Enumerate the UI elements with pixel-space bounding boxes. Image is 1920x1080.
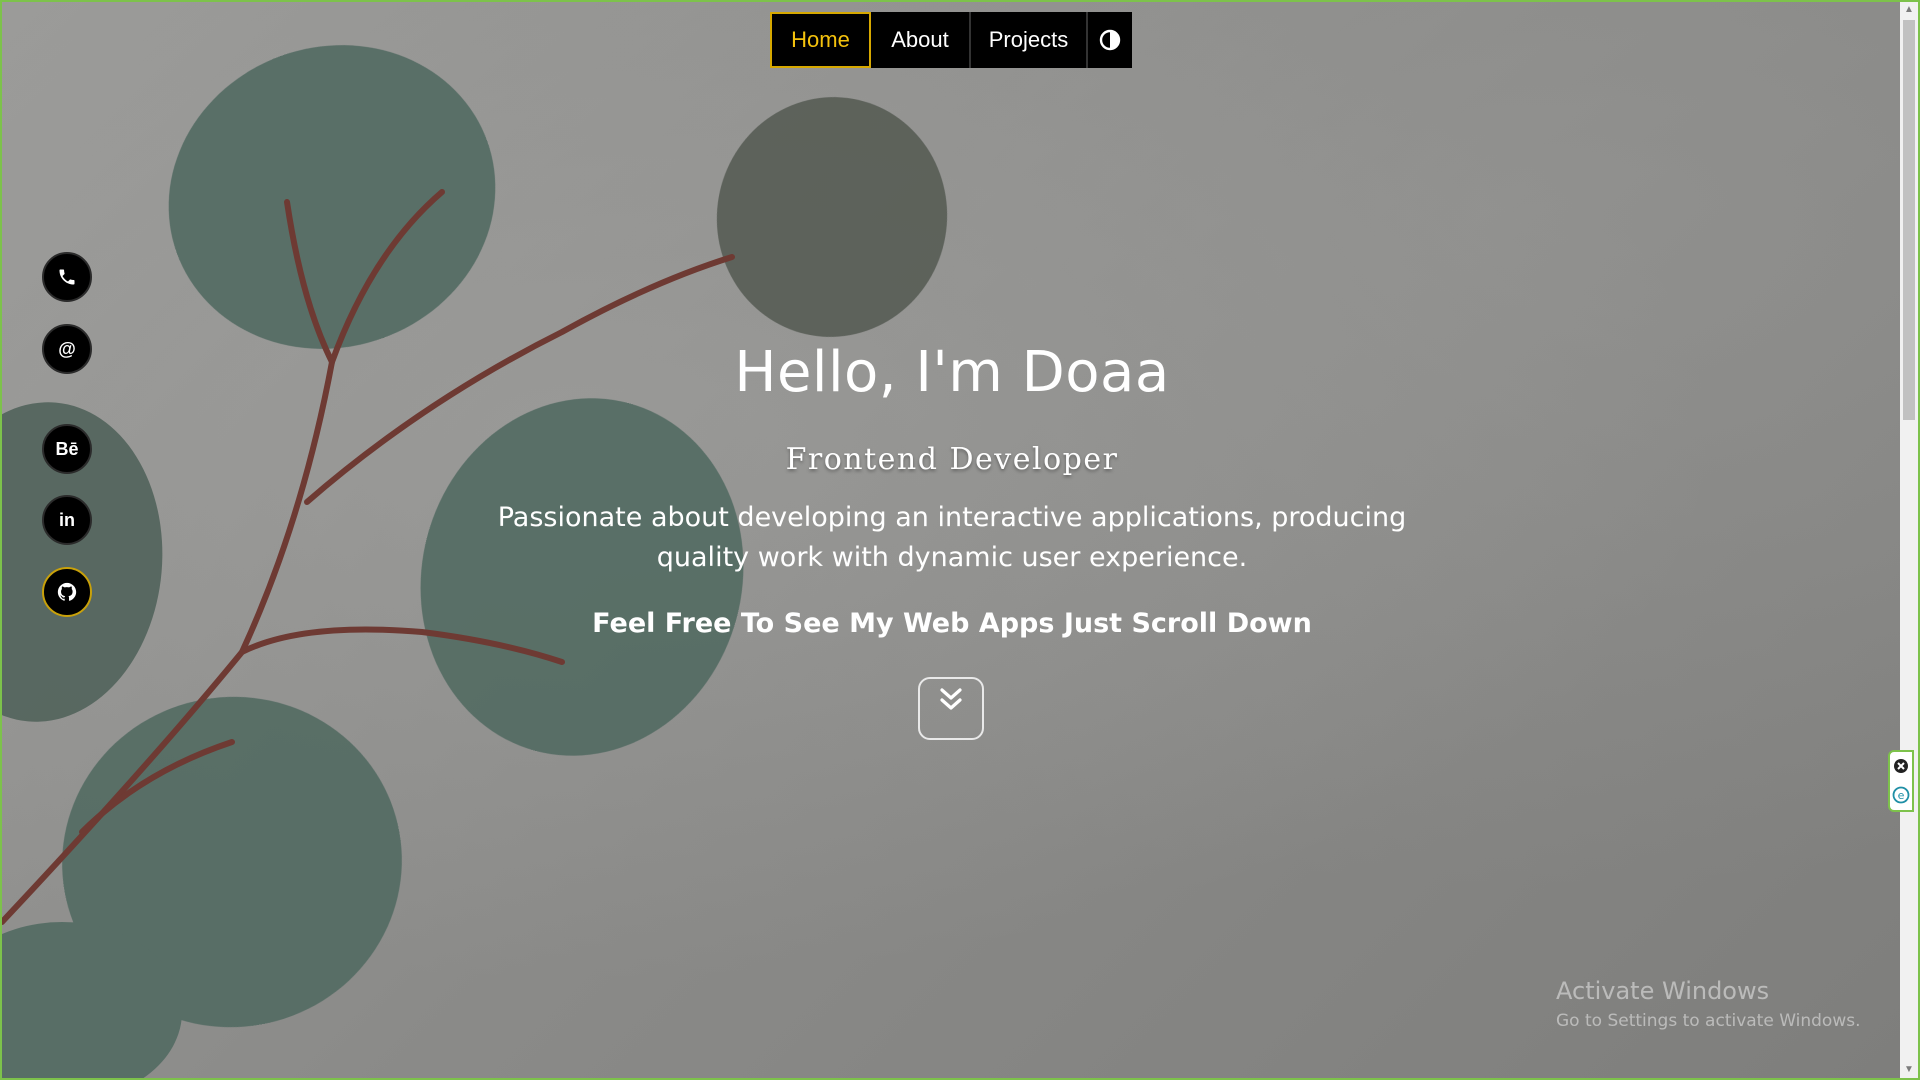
top-navigation: Home About Projects (770, 12, 1132, 68)
linkedin-link[interactable]: in (42, 495, 92, 545)
contrast-icon (1099, 29, 1121, 51)
windows-activation-watermark: Activate Windows Go to Settings to activ… (1556, 977, 1861, 1031)
hero-cta: Feel Free To See My Web Apps Just Scroll… (592, 608, 1312, 639)
extension-side-widget: e (1888, 750, 1914, 812)
linkedin-icon: in (59, 509, 75, 530)
behance-icon: Bē (55, 438, 79, 459)
nav-about[interactable]: About (871, 12, 971, 68)
phone-icon (59, 269, 75, 285)
watermark-subtitle: Go to Settings to activate Windows. (1556, 1011, 1861, 1031)
phone-link[interactable] (42, 252, 92, 302)
hero-description: Passionate about developing an interacti… (497, 502, 1407, 573)
nav-home[interactable]: Home (770, 12, 871, 68)
scroll-down-button[interactable] (918, 677, 984, 740)
browser-viewport: Home About Projects @ Bē in Hello, I'm D… (0, 0, 1920, 1080)
watermark-title: Activate Windows (1556, 977, 1770, 1005)
theme-toggle-button[interactable] (1088, 12, 1132, 68)
extension-e-icon[interactable]: e (1892, 786, 1910, 804)
hero-role: Frontend Developer (785, 442, 1119, 477)
at-icon: @ (58, 338, 76, 359)
nav-projects[interactable]: Projects (971, 12, 1088, 68)
behance-link[interactable]: Bē (42, 424, 92, 474)
email-link[interactable]: @ (42, 324, 92, 374)
close-icon[interactable] (1893, 758, 1909, 774)
github-icon (57, 582, 77, 601)
scrollbar-thumb[interactable] (1903, 20, 1915, 420)
scroll-up-arrow-icon[interactable]: ▲ (1900, 2, 1918, 18)
github-link[interactable] (42, 567, 92, 617)
scroll-down-arrow-icon[interactable]: ▼ (1900, 1062, 1918, 1078)
vertical-scrollbar[interactable]: ▲ ▼ (1900, 2, 1918, 1078)
hero-title: Hello, I'm Doaa (734, 340, 1170, 405)
double-chevron-down-icon (940, 688, 962, 710)
svg-text:e: e (1898, 789, 1905, 802)
